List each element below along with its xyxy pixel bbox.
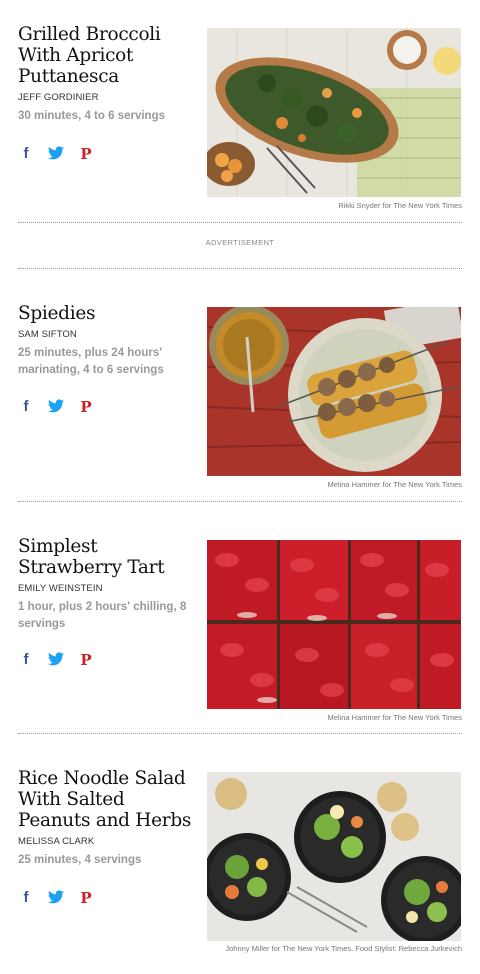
recipe-text: Grilled Broccoli With Apricot Puttanesca… [18,24,196,125]
recipe-photo[interactable] [207,28,461,197]
twitter-icon[interactable] [48,890,64,906]
recipe-title[interactable]: Grilled Broccoli With Apricot Puttanesca [18,24,196,87]
twitter-icon[interactable] [48,652,64,668]
recipe-photo[interactable] [207,540,461,709]
twitter-icon[interactable] [48,399,64,415]
share-buttons: f P [18,399,94,416]
share-buttons: f P [18,652,94,669]
share-buttons: f P [18,890,94,907]
divider [18,222,462,223]
advertisement-label: ADVERTISEMENT [205,238,275,247]
recipe-title[interactable]: Simplest Strawberry Tart [18,536,196,578]
recipe-author: EMILY WEINSTEIN [18,583,103,594]
divider [18,733,462,734]
pinterest-icon[interactable]: P [78,399,94,415]
facebook-icon[interactable]: f [18,146,34,162]
recipe-text: Simplest Strawberry Tart EMILY WEINSTEIN… [18,536,196,633]
photo-credit: Melina Hammer for The New York Times [327,713,463,722]
recipe-text: Rice Noodle Salad With Salted Peanuts an… [18,768,196,869]
pinterest-icon[interactable]: P [78,146,94,162]
recipe-title[interactable]: Rice Noodle Salad With Salted Peanuts an… [18,768,196,831]
photo-credit: Melina Hammer for The New York Times [327,480,463,489]
recipe-author: MELISSA CLARK [18,836,95,847]
facebook-icon[interactable]: f [18,399,34,415]
recipe-title[interactable]: Spiedies [18,303,196,324]
recipe-time: 25 minutes, plus 24 hours' marinating, 4… [18,347,164,376]
recipe-author: SAM SIFTON [18,329,77,340]
pinterest-icon[interactable]: P [78,890,94,906]
recipe-time: 1 hour, plus 2 hours' chilling, 8 servin… [18,601,187,630]
recipe-text: Spiedies SAM SIFTON 25 minutes, plus 24 … [18,303,196,379]
facebook-icon[interactable]: f [18,652,34,668]
photo-credit: Rikki Snyder for The New York Times [338,201,462,210]
photo-credit: Johnny Miller for The New York Times. Fo… [225,944,462,953]
recipe-photo[interactable] [207,772,461,941]
recipe-photo[interactable] [207,307,461,476]
recipe-author: JEFF GORDINIER [18,92,99,103]
share-buttons: f P [18,146,94,163]
divider [18,268,462,269]
twitter-icon[interactable] [48,146,64,162]
facebook-icon[interactable]: f [18,890,34,906]
divider [18,501,462,502]
recipe-time: 30 minutes, 4 to 6 servings [18,110,166,122]
recipe-time: 25 minutes, 4 servings [18,854,142,866]
pinterest-icon[interactable]: P [78,652,94,668]
